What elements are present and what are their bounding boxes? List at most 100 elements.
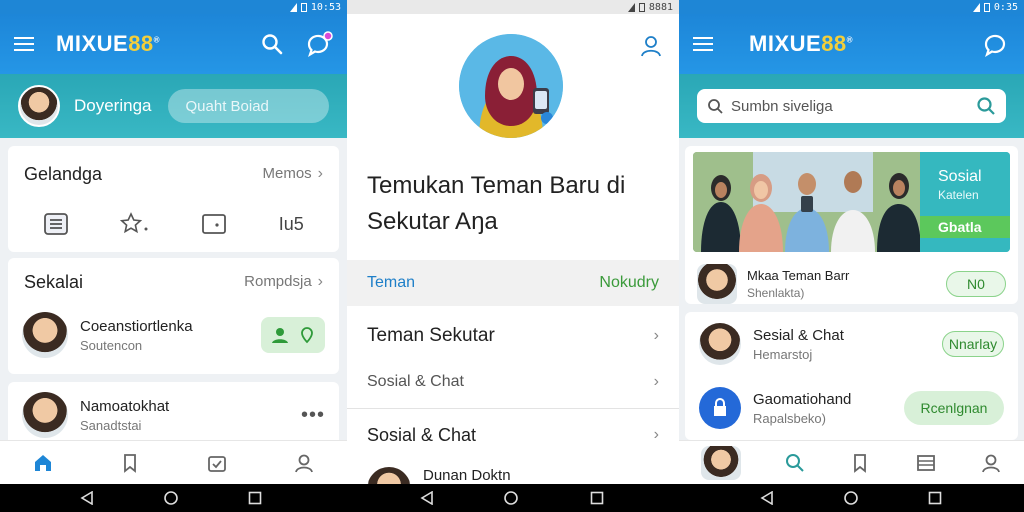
item-subtitle: Hemarstoj bbox=[753, 346, 813, 362]
list-item-teman-sekutar[interactable]: Teman Sekutar › bbox=[347, 310, 679, 362]
menu-icon[interactable] bbox=[693, 37, 713, 51]
app-bar: MIXUE88® bbox=[679, 14, 1024, 74]
list-item-sosial-chat[interactable]: Sosial & Chat › bbox=[347, 362, 679, 402]
avatar[interactable] bbox=[700, 445, 741, 480]
home-icon[interactable] bbox=[32, 452, 54, 474]
battery-icon bbox=[300, 2, 307, 12]
group-photo bbox=[693, 152, 931, 252]
search-input[interactable]: Quaht Boiad bbox=[167, 89, 329, 123]
chat-notification-icon[interactable] bbox=[305, 31, 333, 57]
card-sekalai: Sekalai Rompdsja › Coeanstiortlenka Soute… bbox=[8, 258, 339, 374]
search-bar-area: Sumbn siveliga bbox=[679, 74, 1024, 138]
item-label: Sosial & Chat bbox=[367, 373, 464, 390]
status-bar: 8881 bbox=[347, 0, 679, 14]
card-gelandga: Gelandga Memos › Iu5 bbox=[8, 146, 339, 252]
chevron-right-icon: › bbox=[317, 165, 323, 182]
search-input[interactable]: Sumbn siveliga bbox=[697, 89, 1006, 123]
search-icon[interactable] bbox=[261, 33, 283, 55]
banner-subtitle: Katelen bbox=[938, 188, 979, 202]
recents-icon[interactable] bbox=[928, 491, 942, 505]
item-subtitle: Rapalsbeko) bbox=[753, 410, 826, 426]
back-icon[interactable] bbox=[80, 491, 94, 505]
add-user-icon bbox=[272, 328, 288, 343]
chat-icon[interactable] bbox=[982, 31, 1010, 57]
tab-bar: Teman Nokudry bbox=[347, 260, 679, 306]
list-item[interactable]: Mkaa Teman Barr Shenlakta) N0 bbox=[693, 260, 1010, 308]
user-header: Doyeringa Quaht Boiad bbox=[0, 74, 347, 138]
item-title: Sesial & Chat bbox=[753, 326, 844, 344]
list-item[interactable]: Coeanstiortlenka Soutencon bbox=[8, 306, 339, 364]
home-button-icon[interactable] bbox=[164, 491, 178, 505]
signal-icon bbox=[289, 2, 297, 12]
status-time: 8881 bbox=[648, 1, 673, 13]
action-button[interactable]: Nnarlay bbox=[942, 331, 1004, 357]
card-list: Sesial & Chat Hemarstoj Nnarlay Gaomatio… bbox=[685, 312, 1018, 440]
action-button[interactable]: Rcenlgnan bbox=[904, 391, 1004, 425]
bottom-navigation bbox=[679, 440, 1024, 484]
profile-illustration bbox=[459, 34, 563, 138]
banner-title: Sosial bbox=[938, 168, 982, 185]
back-icon[interactable] bbox=[420, 491, 434, 505]
tablet-icon[interactable] bbox=[200, 212, 228, 236]
menu-icon[interactable] bbox=[14, 37, 34, 51]
battery-icon bbox=[638, 2, 645, 12]
banner-badge[interactable]: Gbatla bbox=[920, 216, 1010, 238]
list-item[interactable]: Gaomatiohand Rapalsbeko) Rcenlgnan bbox=[685, 376, 1018, 440]
banner[interactable]: Sosial Katelen Gbatla bbox=[693, 152, 1010, 252]
card-more-link[interactable]: Memos › bbox=[262, 165, 323, 183]
more-options-icon[interactable]: ••• bbox=[301, 404, 325, 427]
avatar bbox=[697, 264, 737, 304]
recents-icon[interactable] bbox=[248, 491, 262, 505]
signal-icon bbox=[627, 2, 635, 12]
home-button-icon[interactable] bbox=[844, 491, 858, 505]
system-navigation-bar bbox=[0, 484, 1024, 512]
item-subtitle: Shenlakta) bbox=[747, 286, 805, 300]
signal-icon bbox=[972, 2, 980, 12]
search-icon[interactable] bbox=[784, 452, 806, 474]
back-icon[interactable] bbox=[760, 491, 774, 505]
status-bar: 10:53 bbox=[0, 0, 347, 14]
card-featured: Sosial Katelen Gbatla Mkaa Teman Barr Sh… bbox=[685, 146, 1018, 304]
profile-icon[interactable] bbox=[980, 452, 1002, 474]
list-icon[interactable] bbox=[915, 452, 937, 474]
calendar-check-icon[interactable] bbox=[206, 452, 228, 474]
avatar[interactable] bbox=[18, 85, 60, 127]
card-more-link[interactable]: Rompdsja › bbox=[244, 273, 323, 291]
recents-icon[interactable] bbox=[590, 491, 604, 505]
tab-nokudry[interactable]: Nokudry bbox=[599, 274, 659, 292]
bookmark-icon[interactable] bbox=[849, 452, 871, 474]
list-icon[interactable] bbox=[43, 212, 69, 236]
action-button[interactable]: N0 bbox=[946, 271, 1006, 297]
search-icon[interactable] bbox=[976, 96, 996, 116]
item-label: Teman Sekutar bbox=[367, 325, 495, 346]
profile-icon[interactable] bbox=[293, 452, 315, 474]
profile-icon[interactable] bbox=[639, 34, 663, 58]
chevron-right-icon: › bbox=[653, 373, 659, 390]
card-title: Gelandga bbox=[24, 163, 103, 184]
list-item[interactable]: Namoatokhat Sanadtstai ••• bbox=[8, 382, 339, 448]
contact-name: Dunan Doktn bbox=[423, 467, 511, 484]
lock-icon bbox=[699, 387, 741, 429]
contact-subtitle: Soutencon bbox=[80, 337, 143, 353]
avatar bbox=[367, 467, 411, 484]
contact-name: Namoatokhat bbox=[80, 397, 170, 415]
chevron-right-icon: › bbox=[653, 426, 659, 443]
tab-teman[interactable]: Teman bbox=[367, 274, 415, 292]
search-icon bbox=[708, 99, 723, 114]
phone-screen-discover: 8881 Temukan Teman Baru di Sekutar Aŋa T… bbox=[347, 0, 679, 484]
home-button-icon[interactable] bbox=[504, 491, 518, 505]
app-bar: MIXUE88® bbox=[0, 14, 347, 74]
add-friend-button[interactable] bbox=[261, 317, 325, 353]
star-icon[interactable] bbox=[119, 212, 150, 236]
list-item[interactable]: Dunan Doktn bbox=[347, 461, 679, 484]
battery-icon bbox=[983, 2, 990, 12]
status-time: 10:53 bbox=[310, 1, 341, 13]
phone-screen-home: 10:53 MIXUE88® Doyeringa Quaht Boiad Gel… bbox=[0, 0, 347, 484]
item-title: Mkaa Teman Barr bbox=[747, 268, 850, 283]
status-time: 0:35 bbox=[993, 1, 1018, 13]
list-item-sosial-chat-2[interactable]: Sosial & Chat › bbox=[347, 409, 679, 461]
status-bar: 0:35 bbox=[679, 0, 1024, 14]
list-item[interactable]: Sesial & Chat Hemarstoj Nnarlay bbox=[685, 312, 1018, 376]
hero-section: Temukan Teman Baru di Sekutar Aŋa bbox=[347, 14, 679, 260]
bookmark-icon[interactable] bbox=[119, 452, 141, 474]
